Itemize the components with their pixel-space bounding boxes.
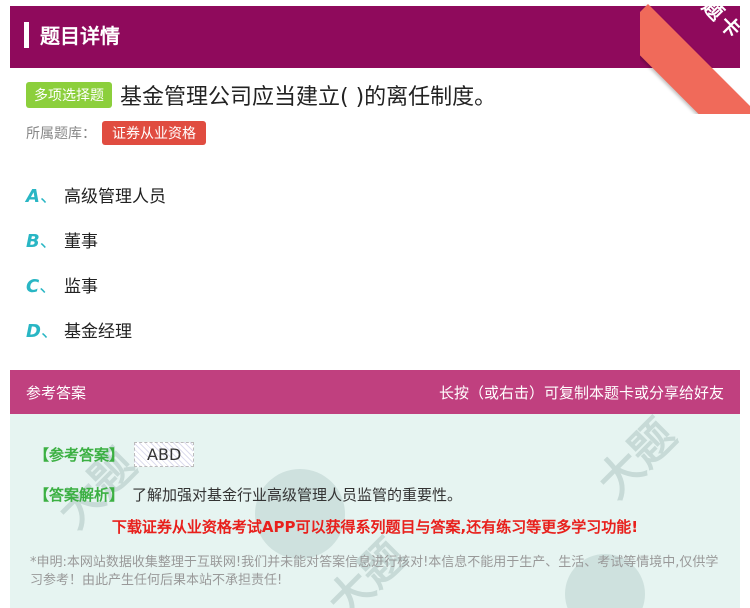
option-text: 高级管理人员 xyxy=(64,187,166,207)
option-text: 监事 xyxy=(64,277,98,297)
library-row: 所属题库： 证券从业资格 xyxy=(26,120,206,146)
page-header: 题目详情 xyxy=(10,6,740,68)
disclaimer-text: *申明:本网站数据收集整理于互联网!我们并未能对答案信息进行核对!本信息不能用于… xyxy=(30,555,719,588)
option-text: 董事 xyxy=(64,232,98,252)
option-letter: B、 xyxy=(26,230,58,252)
app-download-promo[interactable]: 下载证券从业资格考试APP可以获得系列题目与答案,还有练习等更多学习功能! xyxy=(10,516,740,537)
option-b[interactable]: B、 董事 xyxy=(26,217,166,262)
analysis-label: 【答案解析】 xyxy=(34,486,125,504)
question-row: 多项选择题 基金管理公司应当建立( )的离任制度。 xyxy=(26,80,496,110)
answer-header: 参考答案 长按（或右击）可复制本题卡或分享给好友 xyxy=(10,370,740,414)
reference-answer-value[interactable]: ABD xyxy=(134,442,195,467)
option-letter: D、 xyxy=(26,320,59,342)
option-text: 基金经理 xyxy=(64,322,132,342)
reference-answer-label: 【参考答案】 xyxy=(34,446,125,464)
reference-answer-line: 【参考答案】 ABD xyxy=(34,442,195,467)
title-accent-bar xyxy=(24,22,29,48)
option-letter: A、 xyxy=(26,185,58,207)
question-type-badge: 多项选择题 xyxy=(26,82,112,108)
option-d[interactable]: D、 基金经理 xyxy=(26,307,166,352)
card-ribbon: 题卡 xyxy=(640,0,750,114)
answer-body: 大题 大题 大题 【参考答案】 ABD 【答案解析】 了解加强对基金行业高级管理… xyxy=(10,414,740,608)
question-text: 基金管理公司应当建立( )的离任制度。 xyxy=(120,85,497,110)
option-c[interactable]: C、 监事 xyxy=(26,262,166,307)
library-label: 所属题库： xyxy=(26,126,96,142)
analysis-line: 【答案解析】 了解加强对基金行业高级管理人员监管的重要性。 xyxy=(34,484,462,505)
options-list: A、 高级管理人员 B、 董事 C、 监事 D、 基金经理 xyxy=(26,172,166,352)
library-tag[interactable]: 证券从业资格 xyxy=(102,121,206,145)
ribbon-label: 题卡 xyxy=(697,0,749,46)
watermark-logo: 大题 xyxy=(588,414,687,509)
page-title: 题目详情 xyxy=(40,24,120,48)
share-hint: 长按（或右击）可复制本题卡或分享给好友 xyxy=(438,383,724,402)
watermark-circle xyxy=(255,469,345,559)
option-a[interactable]: A、 高级管理人员 xyxy=(26,172,166,217)
option-letter: C、 xyxy=(26,275,58,297)
answer-header-title: 参考答案 xyxy=(26,383,87,402)
analysis-text: 了解加强对基金行业高级管理人员监管的重要性。 xyxy=(132,486,463,504)
